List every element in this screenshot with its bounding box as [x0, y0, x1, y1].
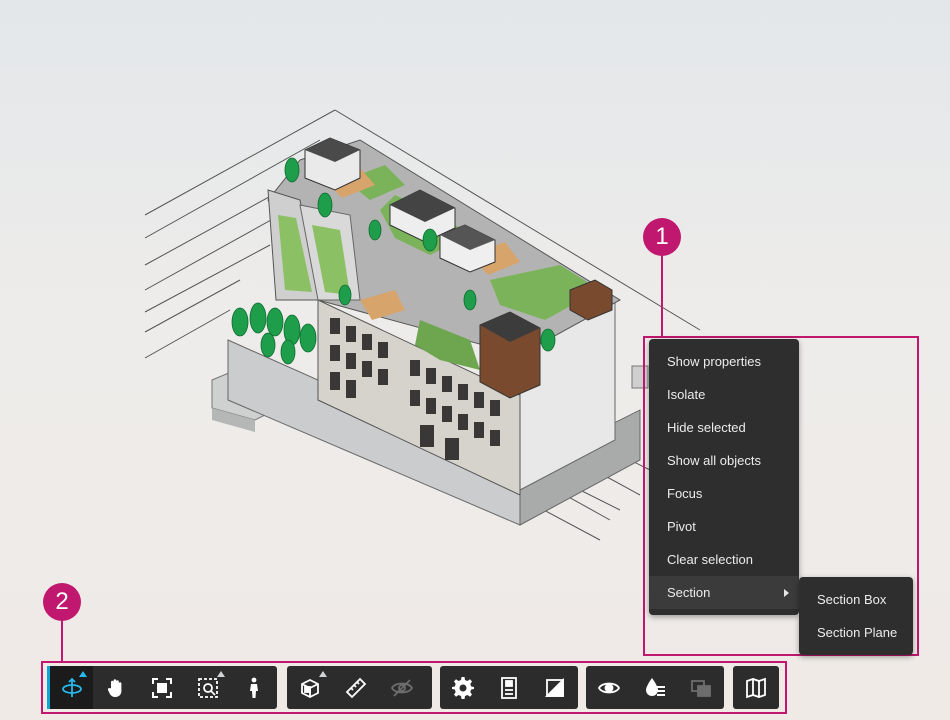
- callout-one-leader: [661, 255, 663, 337]
- drop-filter-icon: [646, 677, 665, 696]
- menu-item-section-box[interactable]: Section Box: [799, 583, 913, 616]
- toolbar-tools-group: [287, 666, 432, 709]
- properties-button[interactable]: [486, 666, 532, 709]
- first-person-button[interactable]: [231, 666, 277, 709]
- pan-hand-icon: [107, 678, 122, 697]
- menu-item-pivot[interactable]: Pivot: [649, 510, 799, 543]
- ghosting-button[interactable]: [678, 666, 724, 709]
- building-model[interactable]: [144, 109, 701, 541]
- toolbar-visibility-group: [586, 666, 724, 709]
- measure-button[interactable]: [333, 666, 379, 709]
- callout-two: 2: [43, 583, 81, 621]
- hidden-objects-button[interactable]: [379, 666, 425, 709]
- show-objects-button[interactable]: [586, 666, 632, 709]
- callout-one: 1: [643, 218, 681, 256]
- toolbar-settings-group: [440, 666, 578, 709]
- pan-button[interactable]: [93, 666, 139, 709]
- context-menu: Show properties Isolate Hide selected Sh…: [649, 339, 799, 615]
- menu-item-hide-selected[interactable]: Hide selected: [649, 411, 799, 444]
- section-submenu: Section Box Section Plane: [799, 577, 913, 655]
- orbit-button[interactable]: [47, 666, 93, 709]
- submenu-arrow-icon: [784, 589, 789, 597]
- ghosting-icon: [691, 679, 711, 697]
- zoom-window-button[interactable]: [185, 666, 231, 709]
- menu-item-section-label: Section: [667, 585, 711, 600]
- settings-gear-icon: [452, 676, 474, 699]
- toolbar-map-group: [733, 666, 779, 709]
- toolbar-navigation-group: [47, 666, 277, 709]
- menu-item-section-plane[interactable]: Section Plane: [799, 616, 913, 649]
- first-person-icon: [250, 677, 258, 698]
- orbit-icon: [61, 677, 82, 697]
- flyout-indicator-icon: [319, 671, 327, 677]
- menu-item-show-all-objects[interactable]: Show all objects: [649, 444, 799, 477]
- map-button[interactable]: [733, 666, 779, 709]
- full-screen-button[interactable]: [532, 666, 578, 709]
- menu-item-show-properties[interactable]: Show properties: [649, 345, 799, 378]
- settings-button[interactable]: [440, 666, 486, 709]
- menu-item-isolate[interactable]: Isolate: [649, 378, 799, 411]
- menu-item-section[interactable]: Section: [649, 576, 799, 609]
- show-eye-icon: [597, 682, 621, 693]
- zoom-window-icon: [198, 677, 218, 698]
- measure-ruler-icon: [345, 677, 367, 698]
- callout-two-leader: [61, 620, 63, 662]
- menu-item-clear-selection[interactable]: Clear selection: [649, 543, 799, 576]
- section-analysis-button[interactable]: [287, 666, 333, 709]
- properties-panel-icon: [501, 676, 517, 699]
- full-screen-icon: [544, 677, 564, 697]
- fit-to-view-button[interactable]: [139, 666, 185, 709]
- menu-item-focus[interactable]: Focus: [649, 477, 799, 510]
- hidden-eye-icon: [390, 678, 414, 697]
- map-icon: [746, 677, 766, 698]
- filter-button[interactable]: [632, 666, 678, 709]
- flyout-indicator-icon: [217, 671, 225, 677]
- section-cube-icon: [301, 678, 319, 698]
- flyout-indicator-icon: [79, 671, 87, 677]
- fit-to-view-icon: [152, 677, 172, 698]
